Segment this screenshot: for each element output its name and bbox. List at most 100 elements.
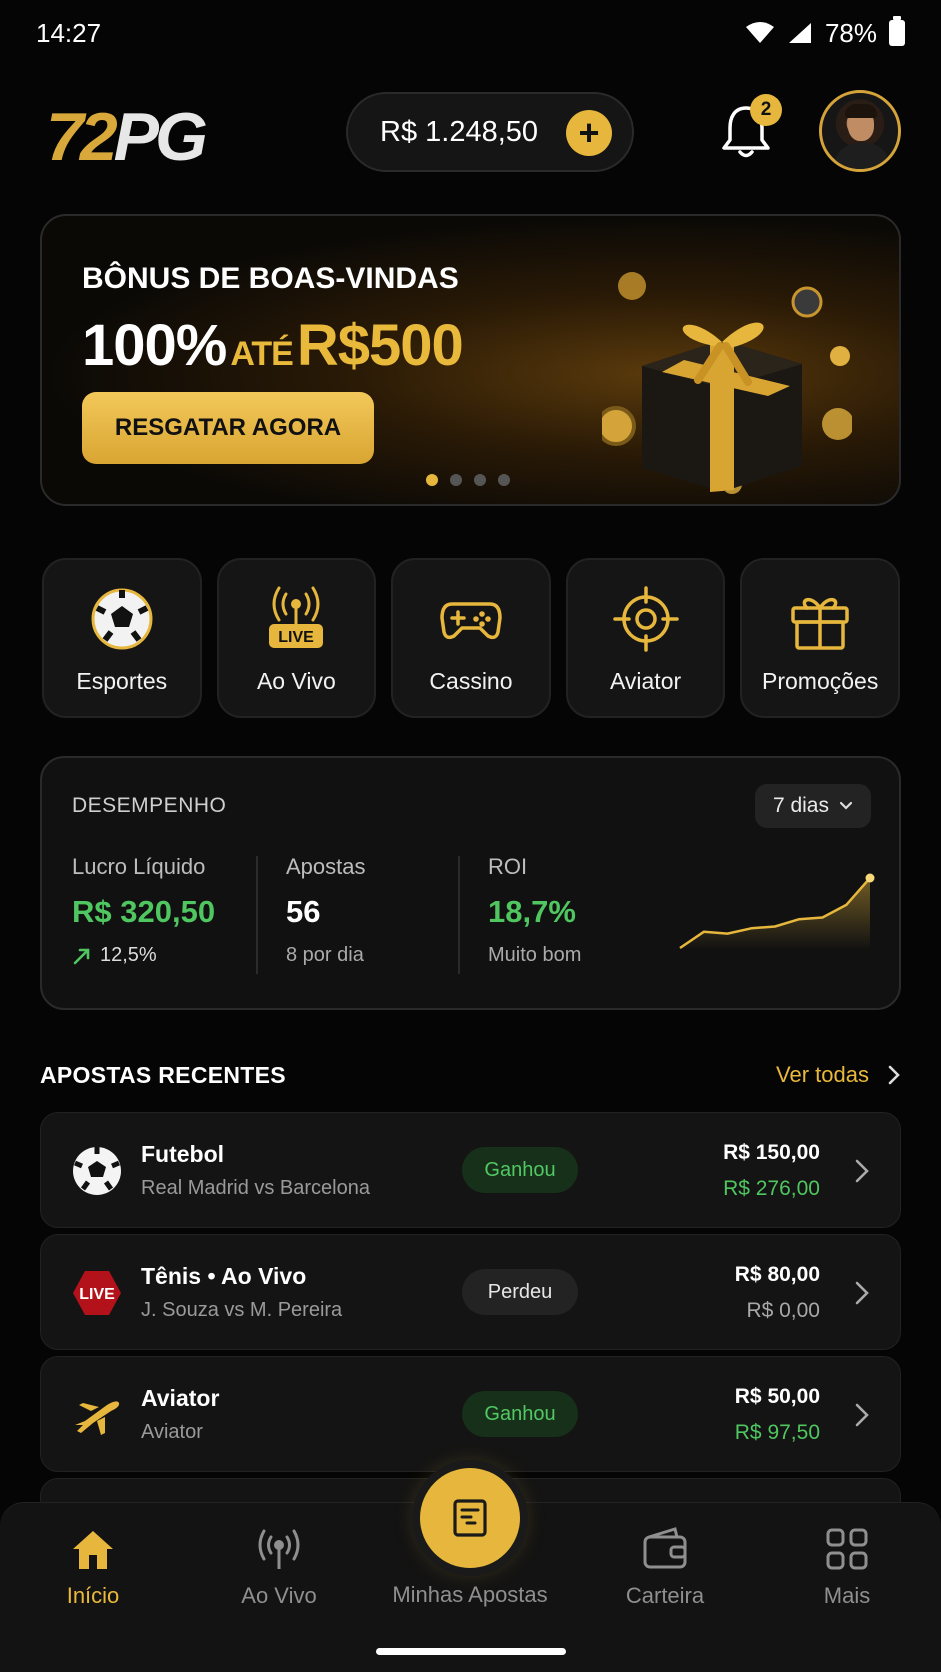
bet-row[interactable]: LIVE Tênis • Ao Vivo J. Souza vs M. Pere… <box>40 1234 901 1350</box>
claim-bonus-button[interactable]: RESGATAR AGORA <box>82 392 374 464</box>
promo-banner[interactable]: BÔNUS DE BOAS-VINDAS 100% ATÉR$500 RESGAT… <box>40 214 901 506</box>
soccer-ball-icon <box>73 1147 121 1195</box>
bets-label: Apostas <box>286 854 366 879</box>
svg-text:LIVE: LIVE <box>279 629 315 646</box>
banner-offer: 100% ATÉR$500 <box>82 313 464 378</box>
see-all-link[interactable]: Ver todas <box>776 1062 901 1088</box>
bet-row[interactable]: Futebol Real Madrid vs Barcelona Ganhou … <box>40 1112 901 1228</box>
status-badge: Perdeu <box>462 1269 578 1315</box>
trend-up-icon <box>73 948 90 964</box>
battery-percent: 78% <box>824 17 877 48</box>
category-row: Esportes LIVE Ao Vivo Cassino Aviator Pr… <box>42 558 900 718</box>
period-dropdown[interactable]: 7 dias <box>754 784 871 828</box>
balance-amount: R$ 1.248,50 <box>380 115 539 148</box>
chevron-right-icon <box>855 1281 869 1305</box>
status-icons: 78% <box>745 16 905 49</box>
category-label: Aviator <box>609 668 682 694</box>
roi-value: 18,7% <box>488 894 576 929</box>
status-time: 14:27 <box>36 17 102 48</box>
brand-logo[interactable]: 72PG <box>46 98 208 176</box>
bet-match: J. Souza vs M. Pereira <box>141 1299 343 1321</box>
app-header: 72PG R$ 1.248,50 + 2 <box>40 90 901 176</box>
category-esportes[interactable]: Esportes <box>42 558 202 718</box>
bet-match: Aviator <box>141 1421 203 1443</box>
status-bar: 14:27 78% <box>0 0 941 66</box>
divider <box>458 856 460 974</box>
chevron-right-icon <box>855 1403 869 1427</box>
crosshair-icon <box>612 586 679 652</box>
grid-icon <box>826 1528 868 1570</box>
status-badge: Ganhou <box>462 1391 578 1437</box>
carousel-dot[interactable] <box>498 474 510 486</box>
bet-payout: R$ 0,00 <box>746 1299 820 1322</box>
nav-my-bets-label[interactable]: Minhas Apostas <box>370 1582 570 1608</box>
bets-value: 56 <box>286 894 321 929</box>
notification-badge: 2 <box>750 94 782 126</box>
live-broadcast-icon <box>258 1529 300 1569</box>
sparkline-end-dot <box>865 873 875 883</box>
divider <box>256 856 258 974</box>
roi-sub: Muito bom <box>488 944 582 966</box>
category-label: Ao Vivo <box>256 668 336 694</box>
category-label: Cassino <box>429 668 513 694</box>
roi-stat: ROI 18,7% Muito bom <box>488 854 581 967</box>
signal-icon <box>788 23 811 43</box>
soccer-ball-icon <box>91 588 153 650</box>
bet-stake: R$ 50,00 <box>734 1385 820 1408</box>
live-broadcast-icon: LIVE <box>269 586 324 648</box>
carousel-dot[interactable] <box>450 474 462 486</box>
home-indicator[interactable] <box>376 1648 566 1655</box>
sparkline-area <box>680 878 870 950</box>
roi-label: ROI <box>488 854 528 879</box>
gift-box-icon <box>602 272 852 494</box>
balance-pill[interactable]: R$ 1.248,50 + <box>346 92 634 172</box>
carousel-dot[interactable] <box>426 474 438 486</box>
profit-label: Lucro Líquido <box>72 854 206 879</box>
carousel-dots[interactable] <box>426 474 510 486</box>
home-icon <box>73 1531 113 1569</box>
performance-title: DESEMPENHO <box>72 794 227 817</box>
banner-title: BÔNUS DE BOAS-VINDAS <box>82 262 459 295</box>
carousel-dot[interactable] <box>474 474 486 486</box>
recent-bets-title: APOSTAS RECENTES <box>40 1062 286 1088</box>
trend-sparkline <box>679 873 875 950</box>
gift-icon <box>791 597 849 650</box>
battery-icon <box>889 16 905 46</box>
deposit-plus-button[interactable]: + <box>566 110 612 156</box>
bet-stake: R$ 150,00 <box>723 1141 820 1164</box>
live-badge-icon: LIVE <box>73 1271 121 1315</box>
bets-sub: 8 por dia <box>286 944 364 966</box>
period-value: 7 dias <box>772 794 829 817</box>
wifi-icon <box>745 22 774 43</box>
bet-name: Tênis • Ao Vivo <box>141 1263 307 1289</box>
profit-change: 12,5% <box>100 944 157 966</box>
nav-home[interactable]: Início <box>8 1525 178 1609</box>
category-label: Esportes <box>76 668 168 694</box>
user-avatar[interactable] <box>819 90 901 172</box>
performance-card: DESEMPENHO 7 dias Lucro Líquido R$ 320,5… <box>40 756 901 1010</box>
nav-live[interactable]: Ao Vivo <box>194 1525 364 1609</box>
bet-payout: R$ 97,50 <box>734 1421 820 1444</box>
nav-wallet[interactable]: Carteira <box>580 1525 750 1609</box>
category-ao-vivo[interactable]: LIVE Ao Vivo <box>216 558 377 718</box>
nav-more[interactable]: Mais <box>762 1525 932 1609</box>
bet-name: Futebol <box>141 1141 225 1167</box>
category-label: Promoções <box>762 668 879 694</box>
chevron-right-icon <box>888 1065 900 1085</box>
bet-row[interactable]: Aviator Aviator Ganhou R$ 50,00 R$ 97,50 <box>40 1356 901 1472</box>
svg-text:LIVE: LIVE <box>79 1286 115 1303</box>
airplane-icon <box>75 1401 120 1435</box>
category-aviator[interactable]: Aviator <box>565 558 726 718</box>
wallet-icon <box>643 1527 687 1569</box>
chevron-right-icon <box>855 1159 869 1183</box>
bet-name: Aviator <box>141 1385 220 1411</box>
status-badge: Ganhou <box>462 1147 578 1193</box>
bet-stake: R$ 80,00 <box>734 1263 820 1286</box>
category-promocoes[interactable]: Promoções <box>740 558 900 718</box>
my-bets-fab-button[interactable] <box>420 1468 520 1568</box>
bet-match: Real Madrid vs Barcelona <box>141 1177 370 1199</box>
bet-payout: R$ 276,00 <box>723 1177 820 1200</box>
profit-value: R$ 320,50 <box>72 894 216 929</box>
bets-stat: Apostas 56 8 por dia <box>286 854 366 967</box>
category-cassino[interactable]: Cassino <box>391 558 551 718</box>
